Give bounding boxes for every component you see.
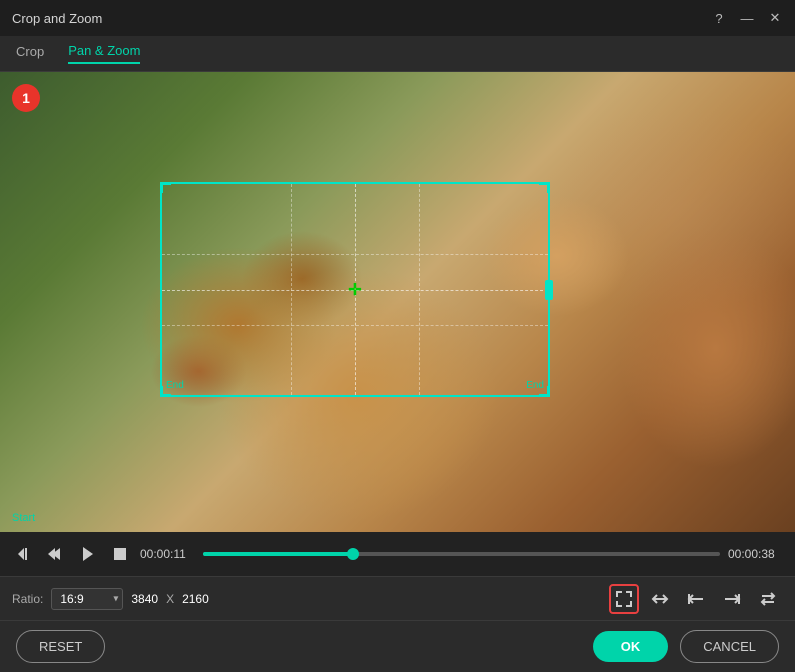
minimize-button[interactable]: — <box>739 10 755 26</box>
crop-center-cross: ✛ <box>345 280 365 300</box>
close-button[interactable]: ✕ <box>767 10 783 26</box>
progress-thumb[interactable] <box>347 548 359 560</box>
crop-handle-right[interactable] <box>545 280 553 300</box>
end-label-right: End <box>526 380 544 391</box>
align-left-icon-button[interactable] <box>681 584 711 614</box>
video-area: 1 Start ✛ End End <box>0 72 795 532</box>
crop-box-inner: ✛ End End <box>162 184 548 395</box>
ratio-select-wrap[interactable]: 16:9 4:3 1:1 9:16 Custom <box>51 588 123 610</box>
controls-bar: 00:00:11 00:00:38 <box>0 532 795 576</box>
flip-icon-button[interactable] <box>645 584 675 614</box>
total-time: 00:00:38 <box>728 547 783 561</box>
footer-bar: RESET OK CANCEL <box>0 620 795 672</box>
options-bar: Ratio: 16:9 4:3 1:1 9:16 Custom 3840 X 2… <box>0 576 795 620</box>
progress-bar[interactable] <box>203 552 720 556</box>
window-title: Crop and Zoom <box>12 11 102 26</box>
crop-corner-tr[interactable] <box>539 183 549 193</box>
title-bar: Crop and Zoom ? — ✕ <box>0 0 795 36</box>
dimension-width: 3840 <box>131 592 158 606</box>
tab-pan-zoom[interactable]: Pan & Zoom <box>68 43 140 64</box>
help-button[interactable]: ? <box>711 10 727 26</box>
swap-icon-button[interactable] <box>753 584 783 614</box>
expand-icon-button[interactable] <box>609 584 639 614</box>
play-button[interactable] <box>76 542 100 566</box>
reset-button[interactable]: RESET <box>16 630 105 663</box>
window-controls: ? — ✕ <box>711 10 783 26</box>
crop-box[interactable]: ✛ End End <box>160 182 550 397</box>
tab-crop[interactable]: Crop <box>16 44 44 63</box>
cancel-button[interactable]: CANCEL <box>680 630 779 663</box>
progress-fill <box>203 552 353 556</box>
dimension-height: 2160 <box>182 592 209 606</box>
step-back-button[interactable] <box>12 542 36 566</box>
icon-group <box>609 584 783 614</box>
prev-frame-button[interactable] <box>44 542 68 566</box>
crop-corner-tl[interactable] <box>161 183 171 193</box>
stop-button[interactable] <box>108 542 132 566</box>
align-right-icon-button[interactable] <box>717 584 747 614</box>
dimension-x: X <box>166 592 174 606</box>
tabs-bar: Crop Pan & Zoom <box>0 36 795 72</box>
end-label-left: End <box>166 380 184 391</box>
frame-badge: 1 <box>12 84 40 112</box>
ratio-select[interactable]: 16:9 4:3 1:1 9:16 Custom <box>51 588 123 610</box>
current-time: 00:00:11 <box>140 547 195 561</box>
ok-button[interactable]: OK <box>593 631 669 662</box>
ratio-label: Ratio: <box>12 592 43 606</box>
start-label: Start <box>12 512 35 524</box>
